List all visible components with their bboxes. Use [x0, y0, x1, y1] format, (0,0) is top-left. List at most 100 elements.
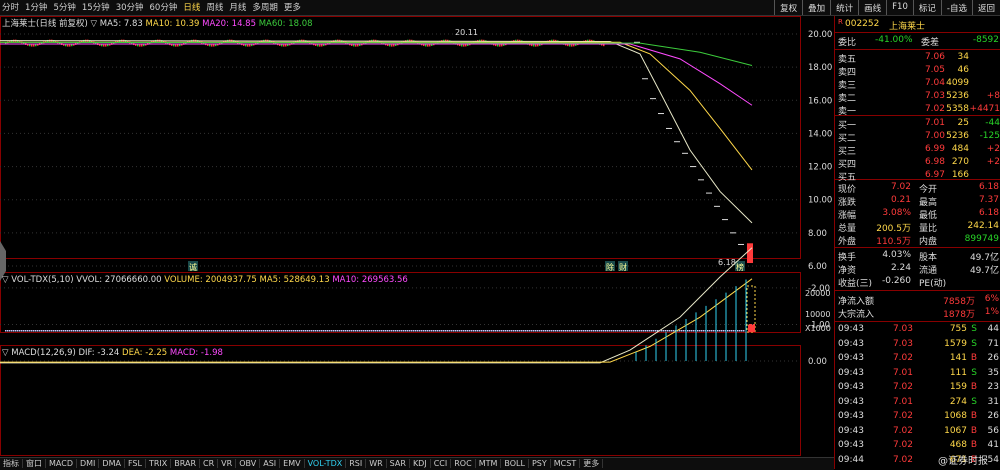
- period-tab[interactable]: 15分钟: [82, 3, 110, 13]
- volume-bar: [197, 330, 199, 332]
- tick-count: 56: [987, 425, 999, 436]
- volume-bar: [109, 330, 111, 332]
- price-axis-label: 20.00: [808, 30, 832, 40]
- volume-bar: [561, 330, 563, 332]
- indicator-tab[interactable]: ASI: [260, 459, 281, 468]
- indicator-tab[interactable]: TRIX: [145, 459, 172, 468]
- period-tab[interactable]: 分时: [2, 3, 19, 13]
- tick-count: 23: [987, 382, 999, 392]
- indicator-tab[interactable]: FSL: [124, 459, 146, 468]
- volume-bar: [75, 330, 77, 332]
- tick-side: S: [971, 396, 977, 407]
- order-price: 7.02: [924, 104, 945, 114]
- volume-bar: [161, 330, 163, 332]
- period-tab[interactable]: 多周期: [252, 3, 278, 13]
- period-tab[interactable]: 月线: [229, 3, 246, 13]
- volume-bar: [581, 330, 583, 332]
- indicator-tab[interactable]: DMA: [99, 459, 125, 468]
- volume-bar: [231, 330, 233, 332]
- volume-bar: [239, 330, 241, 332]
- indicator-tab[interactable]: MTM: [475, 459, 502, 468]
- volume-bar: [273, 330, 275, 332]
- volume-bar: [79, 330, 81, 332]
- indicator-tab[interactable]: CR: [200, 459, 219, 468]
- indicator-tab[interactable]: SAR: [386, 459, 410, 468]
- indicator-tab[interactable]: 更多: [580, 459, 604, 468]
- price-axis-label: 16.00: [808, 96, 832, 106]
- tool-button[interactable]: 复权: [774, 0, 802, 15]
- volume-bar: [555, 330, 557, 332]
- volume-bar: [207, 330, 209, 332]
- indicator-tab[interactable]: CCI: [430, 459, 452, 468]
- period-tab[interactable]: 日线: [183, 3, 200, 13]
- volume-bar: [727, 330, 729, 332]
- volume-bar: [391, 330, 393, 332]
- volume-bar: [491, 330, 493, 332]
- tool-button[interactable]: 画线: [858, 0, 886, 15]
- volume-bar: [485, 330, 487, 332]
- volume-bar: [297, 330, 299, 332]
- volume-bar: [605, 330, 607, 332]
- tool-button[interactable]: 叠加: [802, 0, 830, 15]
- indicator-tab[interactable]: MACD: [46, 459, 77, 468]
- period-tab[interactable]: 30分钟: [116, 3, 144, 13]
- indicator-tab[interactable]: RSI: [346, 459, 367, 468]
- period-tab[interactable]: 5分钟: [53, 3, 75, 13]
- volume-bar: [121, 330, 123, 332]
- indicator-tab[interactable]: DMI: [76, 459, 100, 468]
- volume-bar: [429, 330, 431, 332]
- quote-row: 总量 200.5万 量比 242.14: [835, 220, 1000, 234]
- volume-bar: [323, 330, 325, 332]
- indicator-tab[interactable]: OBV: [236, 459, 261, 468]
- tool-button[interactable]: 统计: [830, 0, 858, 15]
- volume-bar: [9, 330, 11, 332]
- tool-button[interactable]: -自选: [940, 0, 972, 15]
- indicator-tab[interactable]: VOL-TDX: [304, 459, 347, 468]
- order-price: 7.04: [924, 78, 945, 88]
- volume-bar: [699, 330, 701, 332]
- tool-button[interactable]: 标记: [912, 0, 941, 15]
- tool-button[interactable]: F10: [886, 0, 913, 15]
- stock-name: 上海莱士: [889, 22, 926, 32]
- volume-bar: [517, 330, 519, 332]
- period-tab[interactable]: 周线: [206, 3, 223, 13]
- indicator-tab[interactable]: BRAR: [171, 459, 201, 468]
- volume-bar: [257, 330, 259, 332]
- indicator-tab[interactable]: PSY: [528, 459, 551, 468]
- volume-bar: [255, 330, 257, 332]
- indicator-tab[interactable]: MCST: [550, 459, 581, 468]
- kline-chart[interactable]: 20.00 18.00 16.00 14.00 12.00 10.00 8.00 6.00 20…: [0, 16, 834, 457]
- period-tab[interactable]: 更多: [284, 3, 301, 13]
- cell: 1878万: [943, 310, 975, 320]
- period-tab[interactable]: 1分钟: [25, 3, 47, 13]
- indicator-tab[interactable]: ROC: [451, 459, 476, 468]
- volume-bar: [19, 330, 21, 332]
- indicator-tab[interactable]: BOLL: [501, 459, 529, 468]
- tick-row: 09:43 7.02 159 B 23: [835, 381, 1000, 394]
- tool-button[interactable]: 返回: [971, 0, 1000, 15]
- indicator-tab[interactable]: 窗口: [23, 459, 46, 468]
- period-tab[interactable]: 60分钟: [150, 3, 178, 13]
- volume-bar: [241, 330, 243, 332]
- indicator-tab[interactable]: 指标: [0, 459, 23, 468]
- volume-bar: [381, 330, 383, 332]
- indicator-tab[interactable]: WR: [366, 459, 387, 468]
- volume-bar: [335, 330, 337, 332]
- volume-bar: [183, 330, 185, 332]
- buy-order-row: 买四 6.98 270 +2: [835, 156, 1000, 170]
- volume-bar: [299, 330, 301, 332]
- volume-bar: [117, 330, 119, 332]
- volume-bar: [615, 330, 617, 332]
- volume-bar: [155, 330, 157, 332]
- indicator-tab[interactable]: EMV: [280, 459, 305, 468]
- volume-bar: [495, 330, 497, 332]
- tick-row: 09:43 7.02 141 B 26: [835, 352, 1000, 365]
- volume-bar: [425, 330, 427, 332]
- volume-bar: [55, 330, 57, 332]
- volume-bar: [413, 330, 415, 332]
- volume-bar: [99, 330, 101, 332]
- cell: PE(动): [919, 279, 947, 289]
- volume-bar: [187, 330, 189, 332]
- indicator-tab[interactable]: KDJ: [409, 459, 431, 468]
- indicator-tab[interactable]: VR: [218, 459, 237, 468]
